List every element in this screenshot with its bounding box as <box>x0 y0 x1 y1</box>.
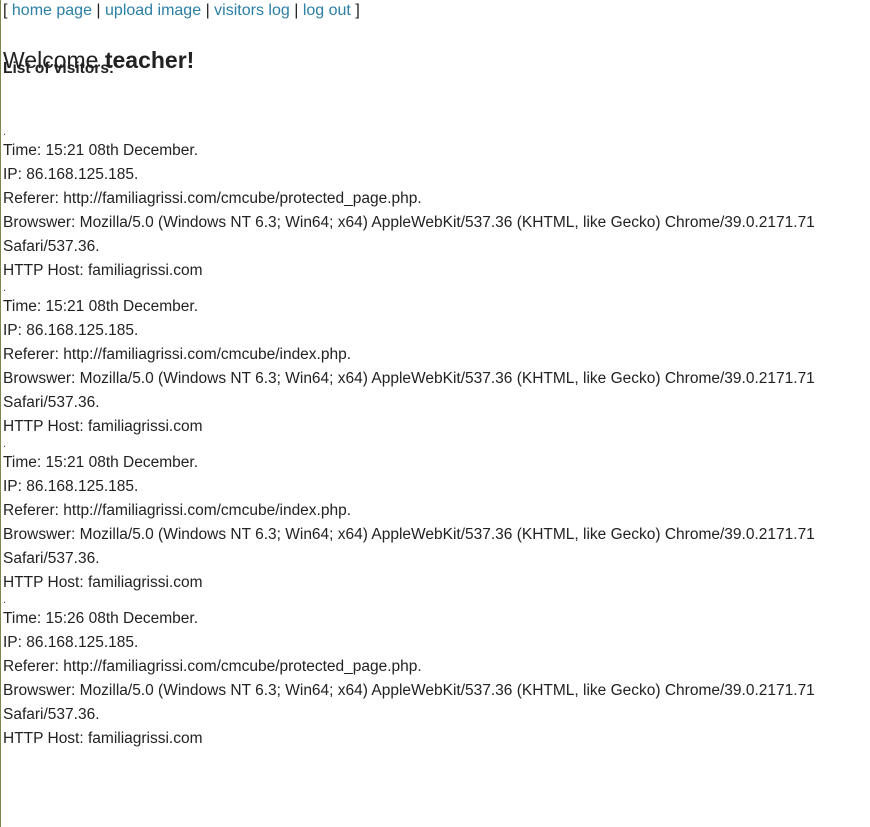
visitor-entry: . Time: 15:21 08th December. IP: 86.168.… <box>3 283 870 439</box>
page-content: [ home page | upload image | visitors lo… <box>3 0 870 751</box>
entry-ip: IP: 86.168.125.185. <box>3 478 139 495</box>
entry-browser-continued: Safari/537.36. <box>3 394 100 411</box>
entry-referer: Referer: http://familiagrissi.com/cmcube… <box>3 502 352 519</box>
visitor-entry: . Time: 15:21 08th December. IP: 86.168.… <box>3 127 870 283</box>
welcome-username: teacher! <box>104 47 195 73</box>
entry-ip: IP: 86.168.125.185. <box>3 634 139 651</box>
entry-ip: IP: 86.168.125.185. <box>3 322 139 339</box>
entry-separator-dot: . <box>3 594 7 606</box>
nav-link-home-page[interactable]: home page <box>12 2 92 19</box>
top-navigation: [ home page | upload image | visitors lo… <box>3 0 870 24</box>
entry-browser: Browswer: Mozilla/5.0 (Windows NT 6.3; W… <box>3 682 815 699</box>
nav-separator: | <box>294 2 299 19</box>
visitor-entry: . Time: 15:26 08th December. IP: 86.168.… <box>3 595 870 751</box>
nav-open-bracket: [ <box>3 2 8 19</box>
nav-link-log-out[interactable]: log out <box>303 2 351 19</box>
entry-browser-continued: Safari/537.36. <box>3 550 100 567</box>
entry-separator-dot: . <box>3 126 7 138</box>
entry-separator-dot: . <box>3 438 7 450</box>
entry-separator-dot: . <box>3 282 7 294</box>
entry-http-host: HTTP Host: familiagrissi.com <box>3 262 203 279</box>
entry-browser-continued: Safari/537.36. <box>3 238 100 255</box>
entry-browser: Browswer: Mozilla/5.0 (Windows NT 6.3; W… <box>3 214 815 231</box>
entry-http-host: HTTP Host: familiagrissi.com <box>3 730 203 747</box>
left-border-line <box>0 0 1 827</box>
entry-time: Time: 15:21 08th December. <box>3 142 198 159</box>
nav-link-upload-image[interactable]: upload image <box>105 2 201 19</box>
entry-referer: Referer: http://familiagrissi.com/cmcube… <box>3 346 352 363</box>
entry-browser: Browswer: Mozilla/5.0 (Windows NT 6.3; W… <box>3 526 815 543</box>
entry-browser: Browswer: Mozilla/5.0 (Windows NT 6.3; W… <box>3 370 815 387</box>
entry-http-host: HTTP Host: familiagrissi.com <box>3 574 203 591</box>
visitors-list: . Time: 15:21 08th December. IP: 86.168.… <box>3 127 870 751</box>
entry-http-host: HTTP Host: familiagrissi.com <box>3 418 203 435</box>
nav-close-bracket: ] <box>355 2 360 19</box>
visitor-entry: . Time: 15:21 08th December. IP: 86.168.… <box>3 439 870 595</box>
nav-link-visitors-log[interactable]: visitors log <box>214 2 290 19</box>
entry-referer: Referer: http://familiagrissi.com/cmcube… <box>3 658 422 675</box>
entry-referer: Referer: http://familiagrissi.com/cmcube… <box>3 190 422 207</box>
entry-ip: IP: 86.168.125.185. <box>3 166 139 183</box>
entry-time: Time: 15:21 08th December. <box>3 298 198 315</box>
nav-separator: | <box>96 2 101 19</box>
nav-separator: | <box>205 2 210 19</box>
entry-time: Time: 15:26 08th December. <box>3 610 198 627</box>
entry-browser-continued: Safari/537.36. <box>3 706 100 723</box>
entry-time: Time: 15:21 08th December. <box>3 454 198 471</box>
